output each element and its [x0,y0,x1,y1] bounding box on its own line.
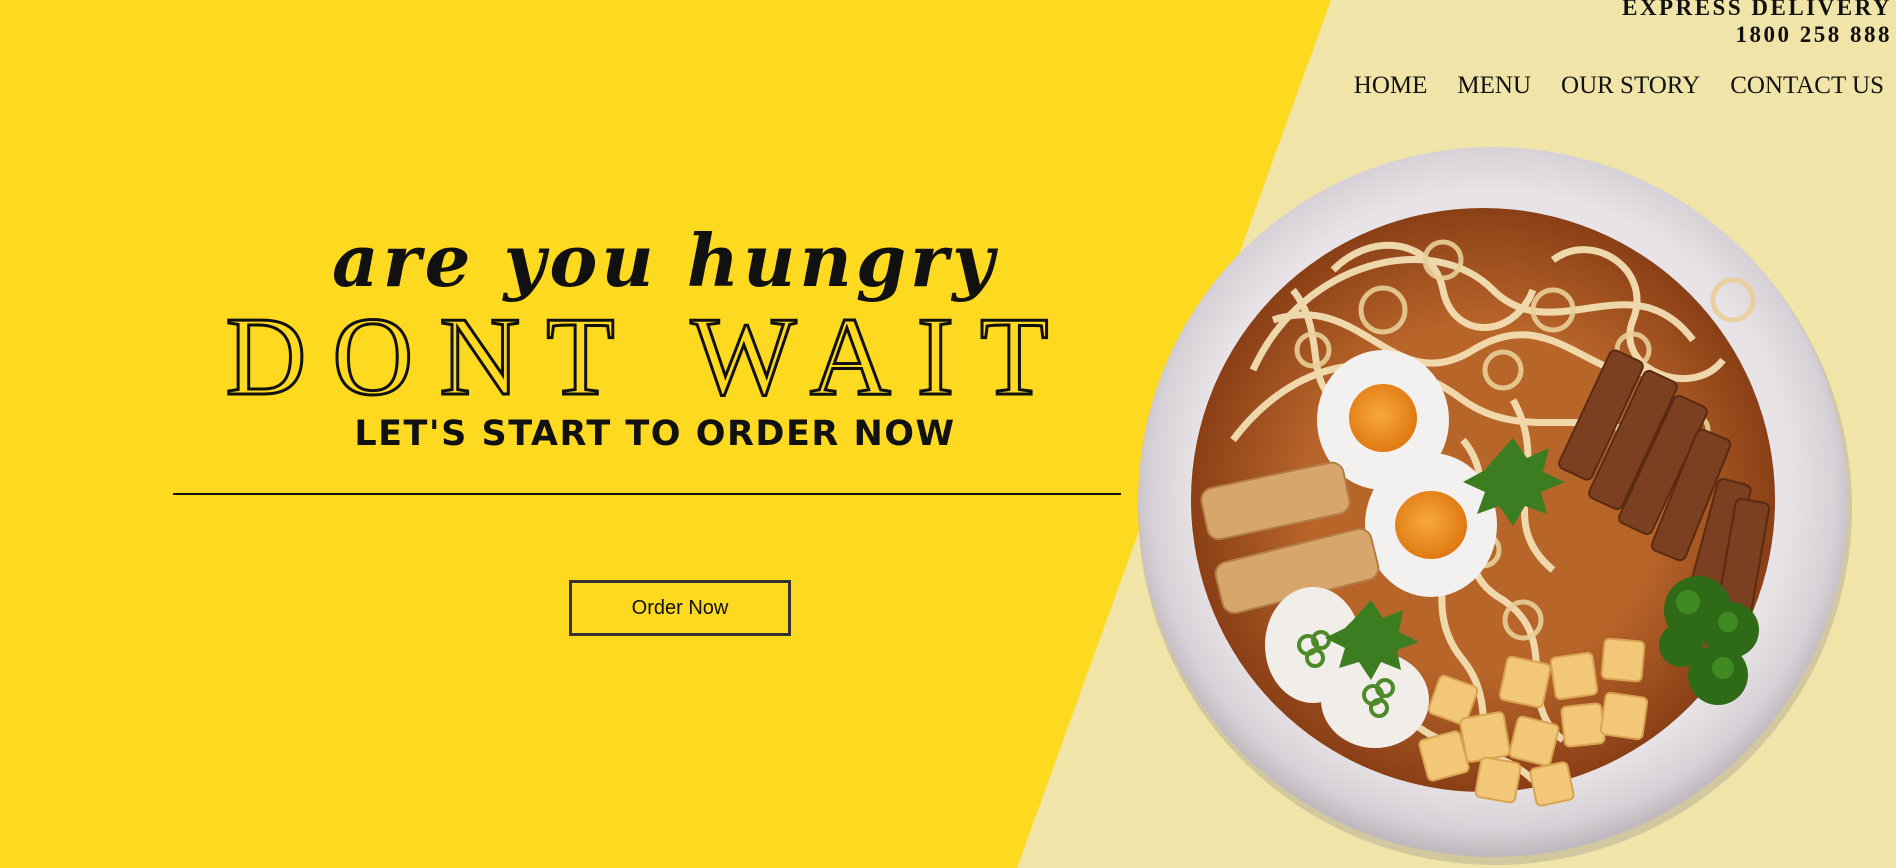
ramen-bowl-image [1138,147,1852,865]
nav-home[interactable]: HOME [1354,72,1428,100]
nav-contact-us[interactable]: CONTACT US [1730,72,1884,100]
nav-menu[interactable]: MENU [1457,72,1531,100]
express-delivery-label: EXPRESS DELIVERY [1622,0,1892,20]
hero-subheadline: LET'S START TO ORDER NOW [354,414,956,454]
delivery-phone: 1800 258 888 [1735,22,1892,47]
hero-tagline: are you hungry [332,218,998,303]
hero-text: are you hungry DONT WAIT LET'S START TO … [170,218,1130,454]
hero-headline: DONT WAIT [224,295,1075,419]
order-now-button[interactable]: Order Now [569,580,791,636]
main-nav: HOME MENU OUR STORY CONTACT US [1354,72,1884,100]
nav-our-story[interactable]: OUR STORY [1561,72,1700,100]
express-delivery-info: EXPRESS DELIVERY 1800 258 888 [1622,0,1892,48]
hero-divider [173,493,1121,495]
